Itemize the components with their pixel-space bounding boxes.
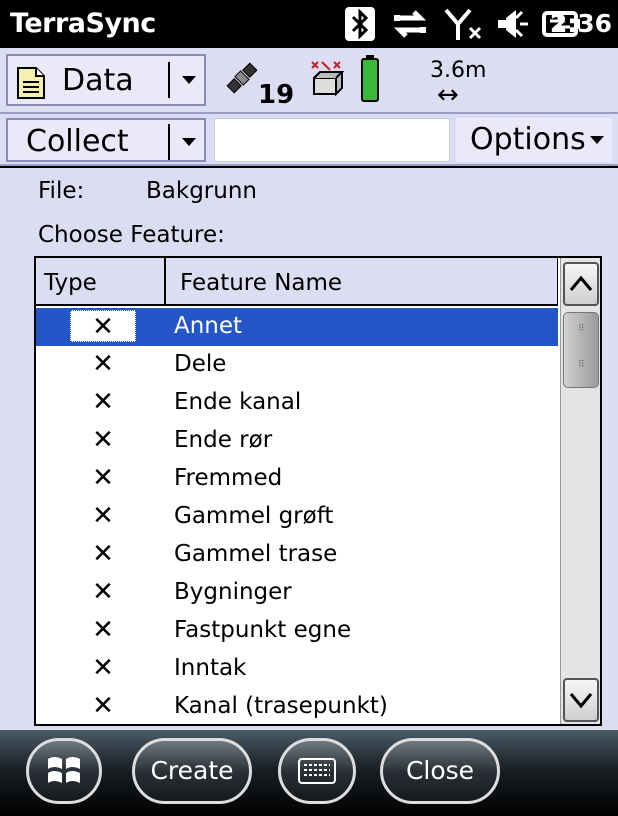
point-feature-icon: ✕ — [92, 691, 114, 721]
feature-rows: ✕ Annet ✕ Dele ✕ Ende kanal ✕ Ende rør ✕ Fremmed ✕… — [36, 308, 558, 724]
no-signal-icon — [444, 8, 482, 40]
mode-dropdown[interactable]: Collect — [6, 118, 206, 162]
keyboard-icon — [298, 758, 336, 784]
point-feature-icon: ✕ — [92, 349, 114, 379]
windows-logo-icon — [48, 757, 80, 783]
sync-icon — [393, 10, 427, 38]
close-button[interactable]: Close — [380, 738, 500, 804]
feature-name: Kanal (trasepunkt) — [174, 693, 388, 719]
table-row[interactable]: ✕ Dele — [36, 346, 558, 384]
precision-arrow-icon: ↔ — [437, 80, 459, 110]
file-value: Bakgrunn — [146, 178, 257, 204]
point-feature-icon: ✕ — [92, 425, 114, 455]
point-feature-icon: ✕ — [92, 539, 114, 569]
table-row[interactable]: ✕ Ende rør — [36, 422, 558, 460]
create-button[interactable]: Create — [132, 738, 252, 804]
point-feature-icon: ✕ — [92, 615, 114, 645]
chevron-down-icon — [182, 138, 196, 146]
document-icon — [17, 67, 45, 99]
table-row[interactable]: ✕ Gammel trase — [36, 536, 558, 574]
mode-label: Collect — [26, 124, 129, 159]
section-label: Data — [62, 63, 134, 98]
feature-name: Dele — [174, 351, 227, 377]
dropdown-separator — [168, 62, 170, 98]
feature-name: Fastpunkt egne — [174, 617, 352, 643]
grip-icon: ⠿ — [578, 360, 585, 370]
table-row[interactable]: ✕ Fastpunkt egne — [36, 612, 558, 650]
chevron-down-icon — [182, 76, 196, 84]
feature-name: Gammel grøft — [174, 503, 334, 529]
feature-name: Ende rør — [174, 427, 273, 453]
feature-name: Bygninger — [174, 579, 292, 605]
table-row[interactable]: ✕ Kanal (trasepunkt) — [36, 688, 558, 724]
table-row[interactable]: ✕ Fremmed — [36, 460, 558, 498]
options-menu-button[interactable]: Options — [456, 118, 612, 162]
column-header-feature-name[interactable]: Feature Name — [166, 258, 558, 306]
grip-icon: ⠿ — [578, 324, 585, 334]
main-panel: File: Bakgrunn Choose Feature: Type Feat… — [0, 168, 618, 730]
section-dropdown[interactable]: Data — [6, 54, 206, 106]
feature-name: Annet — [174, 313, 243, 339]
dropdown-separator — [168, 124, 170, 160]
feature-name: Fremmed — [174, 465, 283, 491]
point-feature-icon: ✕ — [70, 310, 136, 342]
table-row[interactable]: ✕ Inntak — [36, 650, 558, 688]
options-label: Options — [470, 122, 586, 157]
table-row[interactable]: ✕ Ende kanal — [36, 384, 558, 422]
blank-field — [214, 118, 450, 162]
table-row[interactable]: ✕ Annet — [36, 308, 558, 346]
scroll-thumb[interactable]: ⠿ ⠿ — [563, 312, 599, 388]
command-bar: Collect Options — [0, 114, 618, 166]
scroll-down-button[interactable] — [563, 678, 599, 722]
taskbar: Create Close — [0, 730, 618, 816]
feature-name: Gammel trase — [174, 541, 338, 567]
column-header-type[interactable]: Type — [36, 258, 166, 306]
battery-icon — [361, 55, 379, 102]
point-feature-icon: ✕ — [92, 387, 114, 417]
section-bar: Data — [0, 48, 618, 114]
bluetooth-icon — [345, 7, 375, 41]
file-label: File: — [38, 178, 85, 204]
antenna-receiver-icon — [311, 61, 345, 97]
chevron-down-icon — [590, 136, 604, 144]
status-bar: TerraSync 2:36 — [0, 0, 618, 48]
feature-name: Inntak — [174, 655, 247, 681]
feature-list[interactable]: Type Feature Name ✕ Annet ✕ Dele ✕ Ende kanal… — [34, 256, 602, 726]
feature-name: Ende kanal — [174, 389, 302, 415]
clock: 2:36 — [549, 9, 612, 38]
volume-icon — [498, 10, 528, 38]
scrollbar[interactable]: ⠿ ⠿ — [560, 258, 600, 724]
point-feature-icon: ✕ — [92, 653, 114, 683]
keyboard-button[interactable] — [278, 738, 356, 804]
point-feature-icon: ✕ — [92, 463, 114, 493]
chevron-up-icon — [569, 275, 593, 291]
point-feature-icon: ✕ — [92, 501, 114, 531]
point-feature-icon: ✕ — [92, 577, 114, 607]
table-row[interactable]: ✕ Bygninger — [36, 574, 558, 612]
satellite-icon — [226, 62, 258, 94]
satellite-count: 19 — [258, 80, 295, 110]
app-title: TerraSync — [10, 8, 156, 39]
chevron-down-icon — [569, 693, 593, 709]
choose-feature-label: Choose Feature: — [38, 222, 225, 248]
scroll-up-button[interactable] — [563, 262, 599, 306]
table-row[interactable]: ✕ Gammel grøft — [36, 498, 558, 536]
start-button[interactable] — [26, 738, 102, 804]
